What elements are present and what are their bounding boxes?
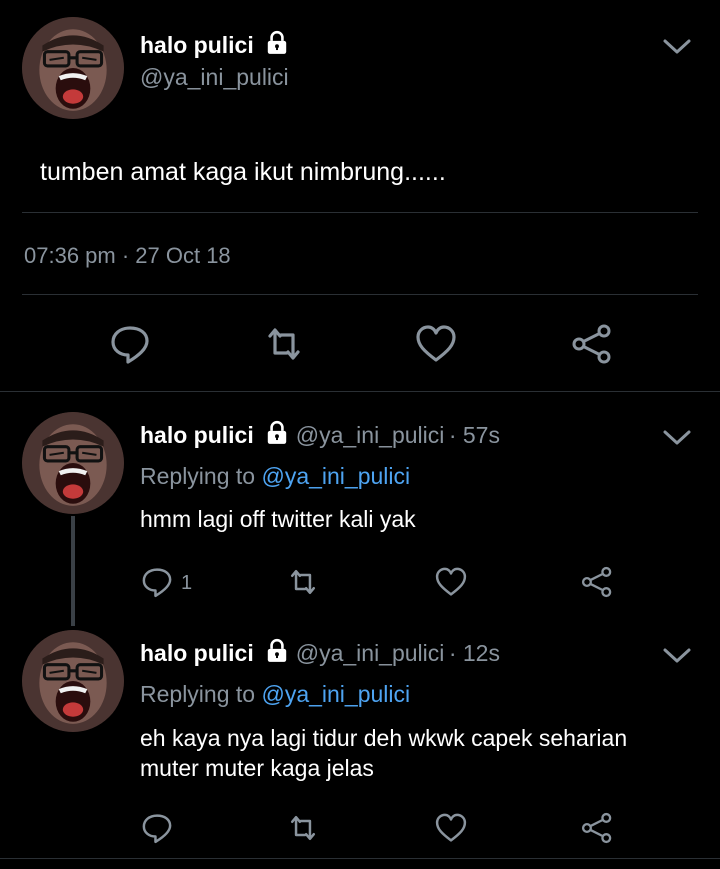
tweet-timestamp: 07:36 pm · 27 Oct 18 <box>24 243 231 268</box>
lock-icon <box>264 638 290 664</box>
author-name-text[interactable]: halo pulici <box>140 32 254 58</box>
replying-to-link[interactable]: @ya_ini_pulici <box>261 681 410 707</box>
reply-icon[interactable] <box>108 322 152 366</box>
replying-to-prefix: Replying to <box>140 681 256 707</box>
replying-to: Replying to @ya_ini_pulici <box>140 681 410 708</box>
reply-header: halo pulici @ya_ini_pulici · 57s <box>140 420 500 449</box>
lock-icon <box>264 30 290 56</box>
author-handle[interactable]: @ya_ini_pulici <box>140 64 289 91</box>
thread-line <box>71 516 75 626</box>
reply-time: · 57s <box>448 422 500 448</box>
reply-header: halo pulici @ya_ini_pulici · 12s <box>140 638 500 667</box>
author-handle[interactable]: @ya_ini_pulici <box>296 422 445 448</box>
replying-to-link[interactable]: @ya_ini_pulici <box>261 463 410 489</box>
reply-time: · 12s <box>448 640 500 666</box>
divider <box>0 391 720 392</box>
author-name[interactable]: halo pulici <box>140 422 254 448</box>
tweet-text-line: muter muter kaga jelas <box>140 755 374 781</box>
avatar[interactable] <box>22 630 124 732</box>
tweet-text: hmm lagi off twitter kali yak <box>140 506 416 532</box>
tweet-text-line: eh kaya nya lagi tidur deh wkwk capek se… <box>140 725 628 751</box>
reply-icon[interactable] <box>140 811 174 845</box>
divider <box>0 858 720 859</box>
author-name[interactable]: halo pulici <box>140 640 254 666</box>
replying-to: Replying to @ya_ini_pulici <box>140 463 410 490</box>
divider <box>22 294 698 295</box>
reply-count: 1 <box>181 572 193 594</box>
retweet-icon[interactable] <box>286 811 320 845</box>
tweet-text: tumben amat kaga ikut nimbrung...... <box>40 158 446 186</box>
like-icon[interactable] <box>434 811 468 845</box>
retweet-icon[interactable] <box>286 565 320 599</box>
like-icon[interactable] <box>434 565 468 599</box>
retweet-icon[interactable] <box>262 322 306 366</box>
author-name[interactable]: halo pulici <box>140 30 290 59</box>
avatar[interactable] <box>22 412 124 514</box>
replying-to-prefix: Replying to <box>140 463 256 489</box>
chevron-down-icon[interactable] <box>662 427 692 447</box>
share-icon[interactable] <box>580 811 614 845</box>
chevron-down-icon[interactable] <box>662 36 692 56</box>
chevron-down-icon[interactable] <box>662 645 692 665</box>
lock-icon <box>264 420 290 446</box>
like-icon[interactable] <box>414 322 458 366</box>
reply-icon[interactable] <box>140 565 174 599</box>
avatar[interactable] <box>22 17 124 119</box>
divider <box>22 212 698 213</box>
share-icon[interactable] <box>580 565 614 599</box>
tweet-text: eh kaya nya lagi tidur deh wkwk capek se… <box>140 723 627 783</box>
share-icon[interactable] <box>570 322 614 366</box>
author-handle[interactable]: @ya_ini_pulici <box>296 640 445 666</box>
